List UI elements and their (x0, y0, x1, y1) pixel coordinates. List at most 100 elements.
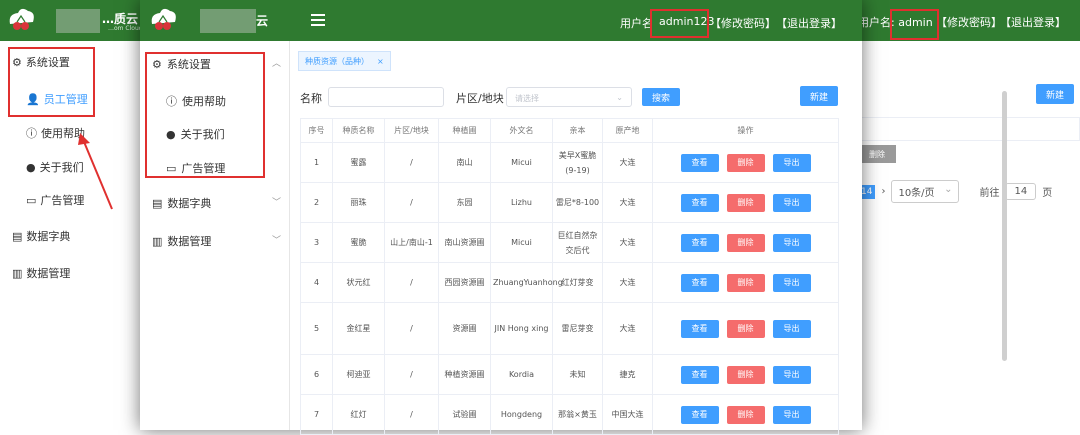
fg-sidebar-item-data[interactable]: ▥ 数据管理 (152, 233, 211, 249)
table-cell: / (384, 354, 439, 395)
column-header: 种质名称 (332, 118, 385, 143)
table-cell: Lizhu (490, 182, 553, 223)
new-button[interactable]: 新建 (800, 86, 838, 106)
tab-germplasm[interactable]: 种质资源（品种） × (298, 51, 391, 71)
search-button[interactable]: 搜索 (642, 88, 680, 106)
annotation-box-fg-sidebar (145, 52, 265, 178)
chevron-up-icon[interactable]: ︿ (272, 56, 281, 69)
annotation-arrow-icon (78, 133, 113, 210)
table-cell: 种植资源圃 (438, 354, 491, 395)
chart-icon: ▥ (152, 234, 163, 248)
table-cell: 东园 (438, 182, 491, 223)
export-button[interactable]: 导出 (772, 365, 811, 384)
fg-sidebar-item-dict[interactable]: ▤ 数据字典 (152, 195, 211, 211)
table-cell: 大连 (602, 222, 653, 263)
question-icon: ⓘ (26, 127, 37, 140)
table-cell: 西园资源圃 (438, 262, 491, 303)
fg-app-window: 云 用户名 admin123 【修改密码】 【退出登录】 ⚙ 系统设置 ︿ ⓘ 使用… (140, 0, 1007, 435)
table-cell: 2 (300, 182, 333, 223)
column-header: 操作 (652, 118, 839, 143)
export-button[interactable]: 导出 (772, 405, 811, 424)
export-button[interactable]: 导出 (772, 233, 811, 252)
delete-button[interactable]: 删除 (726, 365, 765, 384)
table-cell: / (384, 262, 439, 303)
table-body: 1 蜜露 / 南山 Micui 美早X蜜脆(9-19) 大连 查看 删除 导出 2 丽珠 / 东园 Lizh… (300, 142, 839, 435)
fg-change-password-link[interactable]: 【修改密码】 (710, 15, 776, 31)
export-button[interactable]: 导出 (772, 153, 811, 172)
table-cell: ZhuangYuanhong (490, 262, 563, 303)
delete-button[interactable]: 删除 (726, 233, 765, 252)
bg-page-input[interactable]: 14 (1005, 183, 1037, 200)
bg-new-button[interactable]: 新建 (1036, 84, 1074, 104)
table-cell: 大连 (602, 142, 653, 183)
bg-sidebar-item-dict[interactable]: ▤ 数据字典 (12, 228, 70, 244)
table-cell: 雷尼芽变 (552, 302, 603, 355)
view-button[interactable]: 查看 (680, 233, 719, 252)
bg-logout-link[interactable]: 【退出登录】 (1000, 14, 1066, 30)
name-input[interactable] (328, 87, 444, 107)
export-button[interactable]: 导出 (772, 193, 811, 212)
table-cell: 状元红 (332, 262, 385, 303)
table-cell: 雷尼*8-100 (552, 182, 603, 223)
area-label: 片区/地块 (456, 92, 504, 105)
view-button[interactable]: 查看 (680, 319, 719, 338)
bg-delete-button[interactable]: 删除 (858, 145, 896, 163)
table-cell: / (384, 182, 439, 223)
export-button[interactable]: 导出 (772, 319, 811, 338)
column-header: 序号 (300, 118, 333, 143)
table-cell: 大连 (602, 182, 653, 223)
delete-button[interactable]: 删除 (726, 405, 765, 424)
view-button[interactable]: 查看 (680, 193, 719, 212)
delete-button[interactable]: 删除 (726, 193, 765, 212)
table-cell: 未知 (552, 354, 603, 395)
view-button[interactable]: 查看 (680, 273, 719, 292)
table-cell: 大连 (602, 262, 653, 303)
table-row: 6 柯迪亚 / 种植资源圃 Kordia 未知 捷克 查看 删除 导出 (300, 354, 839, 395)
annotation-box-bg-username (890, 9, 939, 40)
bg-sidebar-item-help[interactable]: ⓘ 使用帮助 (26, 125, 85, 141)
view-button[interactable]: 查看 (680, 405, 719, 424)
ad-icon: ▭ (26, 193, 37, 207)
column-header: 外文名 (490, 118, 553, 143)
annotation-box-fg-username (650, 9, 709, 38)
table-cell: Kordia (490, 354, 553, 395)
view-button[interactable]: 查看 (680, 365, 719, 384)
bg-sidebar-item-ads[interactable]: ▭ 广告管理 (26, 192, 84, 208)
vertical-scrollbar[interactable] (1002, 91, 1007, 361)
table-cell: 捷克 (602, 354, 653, 395)
operations-cell: 查看 删除 导出 (652, 302, 839, 355)
area-select[interactable]: 请选择 ⌄ (506, 87, 632, 107)
table-cell: / (384, 394, 439, 435)
menu-toggle-icon[interactable] (311, 14, 325, 26)
chevron-down-icon[interactable]: ﹀ (272, 233, 281, 246)
chevron-down-icon[interactable]: ﹀ (272, 195, 281, 208)
bg-sidebar-item-data[interactable]: ▥ 数据管理 (12, 265, 70, 281)
delete-button[interactable]: 删除 (726, 319, 765, 338)
book-icon: ▤ (152, 196, 163, 210)
close-icon[interactable]: × (377, 57, 384, 66)
table-cell: JIN Hong xing (490, 302, 553, 355)
table-cell: 6 (300, 354, 333, 395)
operations-cell: 查看 删除 导出 (652, 142, 839, 183)
bg-page-suffix: 页 (1042, 188, 1053, 199)
table-cell: 大连 (602, 302, 653, 355)
column-header: 片区/地块 (384, 118, 439, 143)
table-cell: 资源圃 (438, 302, 491, 355)
bg-sidebar-item-about[interactable]: ● 关于我们 (26, 159, 84, 175)
table-cell: 丽珠 (332, 182, 385, 223)
annotation-box-bg-sidebar (8, 47, 95, 117)
fg-app-header: 云 用户名 admin123 【修改密码】 【退出登录】 (140, 0, 862, 41)
delete-button[interactable]: 删除 (726, 273, 765, 292)
bg-pagination: 14 › 10条/页 ⌄ 前往 14 页 (858, 180, 1052, 203)
bg-change-password-link[interactable]: 【修改密码】 (936, 14, 1002, 30)
export-button[interactable]: 导出 (772, 273, 811, 292)
bg-page-size-select[interactable]: 10条/页 ⌄ (891, 180, 960, 203)
fg-sidebar: ⚙ 系统设置 ︿ ⓘ 使用帮助 ● 关于我们 ▭ 广告管理 ▤ 数据字典 ﹀ ▥ 数据管理 … (140, 41, 290, 430)
view-button[interactable]: 查看 (680, 153, 719, 172)
next-page-icon[interactable]: › (881, 186, 885, 197)
table-cell: 蜜脆 (332, 222, 385, 263)
table-row: 7 红灯 / 试验圃 Hongdeng 那翁×黄玉 中国大连 查看 删除 导出 (300, 394, 839, 435)
bg-goto-label: 前往 (979, 188, 1000, 199)
delete-button[interactable]: 删除 (726, 153, 765, 172)
fg-logout-link[interactable]: 【退出登录】 (776, 15, 842, 31)
